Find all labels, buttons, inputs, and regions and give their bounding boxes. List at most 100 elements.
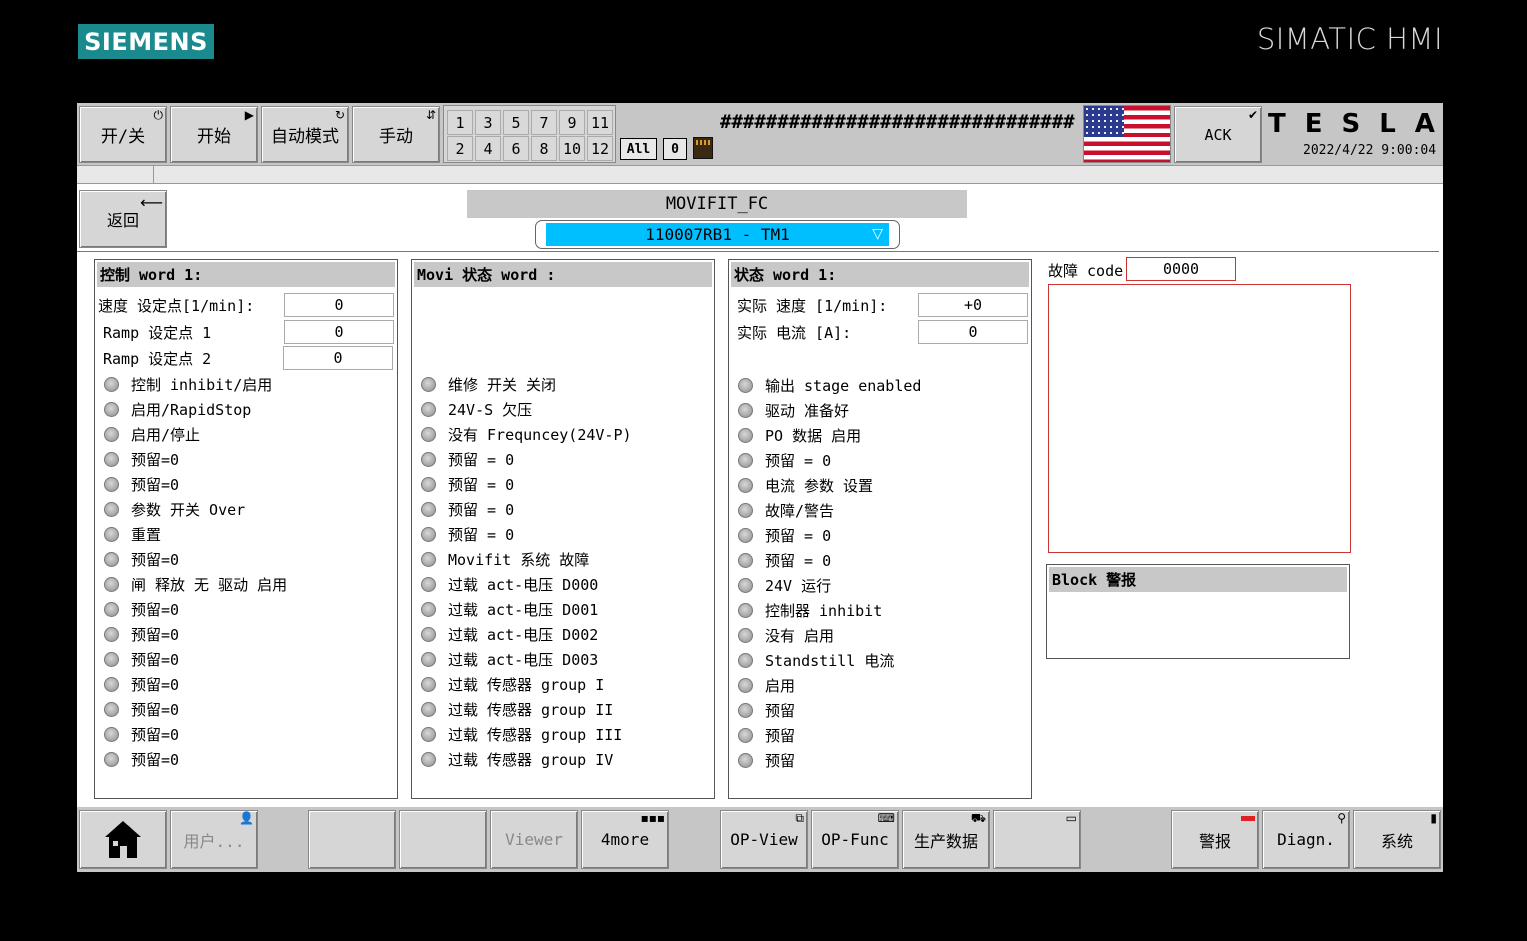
manual-icon: ⇵ xyxy=(425,108,436,122)
status-strip xyxy=(77,165,1443,184)
empty-button-3[interactable]: ▭ xyxy=(993,810,1081,869)
system-button-label: 系统 xyxy=(1380,831,1413,851)
system-button[interactable]: ▮ 系统 xyxy=(1353,810,1441,869)
status-lamp-icon xyxy=(104,501,119,517)
ramp-setpoint-2-field[interactable]: 0 xyxy=(283,346,393,370)
siemens-logo: SIEMENS xyxy=(78,24,214,59)
status-lamp-icon xyxy=(738,727,753,743)
status-lamp-label: 预留 = 0 xyxy=(448,500,515,519)
manual-button[interactable]: ⇵ 手动 xyxy=(352,106,440,163)
ack-button-label: ACK xyxy=(1204,125,1232,144)
status-lamp-row: 预留 xyxy=(738,699,795,721)
speed-setpoint-field[interactable]: 0 xyxy=(284,293,394,317)
power-button[interactable]: ⏻ 开/关 xyxy=(79,106,167,163)
auto-mode-button[interactable]: ↻ 自动模式 xyxy=(261,106,349,163)
status-lamp-row: 过载 act-电压 D003 xyxy=(421,648,598,670)
status-lamp-icon xyxy=(104,526,119,542)
station-button-11[interactable]: 11 xyxy=(587,110,613,135)
station-button-8[interactable]: 8 xyxy=(531,136,557,161)
status-lamp-icon xyxy=(104,476,119,492)
station-button-3[interactable]: 3 xyxy=(475,110,501,135)
status-lamp-row: 预留 = 0 xyxy=(421,473,514,495)
station-button-1[interactable]: 1 xyxy=(447,110,473,135)
status-lamp-icon xyxy=(421,751,436,767)
status-lamp-icon xyxy=(104,676,119,692)
status-lamp-icon xyxy=(421,576,436,592)
more-button[interactable]: ▪▪▪ 4more xyxy=(581,810,669,869)
op-func-button[interactable]: ⌨ OP-Func xyxy=(811,810,899,869)
viewer-button[interactable]: Viewer xyxy=(490,810,578,869)
station-button-2[interactable]: 2 xyxy=(447,136,473,161)
op-view-button[interactable]: ⧉ OP-View xyxy=(720,810,808,869)
station-button-6[interactable]: 6 xyxy=(503,136,529,161)
status-lamp-icon xyxy=(421,651,436,667)
status-lamp-label: 过载 传感器 group I xyxy=(448,675,605,694)
status-lamp-icon xyxy=(738,677,753,693)
status-lamp-row: 预留=0 xyxy=(104,598,179,620)
status-lamp-label: 过载 act-电压 D003 xyxy=(448,650,599,669)
status-lamp-label: 预留=0 xyxy=(131,650,180,669)
chevron-down-icon: ▽ xyxy=(872,226,883,242)
status-lamp-label: 预留 = 0 xyxy=(448,525,515,544)
back-button[interactable]: ⟵ 返回 xyxy=(79,190,167,248)
status-lamp-label: 预留=0 xyxy=(131,700,180,719)
fault-code-field: 0000 xyxy=(1126,257,1236,281)
status-lamp-label: 启用/停止 xyxy=(131,425,201,444)
status-lamp-row: 24V-S 欠压 xyxy=(421,398,532,420)
status-lamp-icon xyxy=(421,676,436,692)
production-data-button[interactable]: ⛟ 生产数据 xyxy=(902,810,990,869)
station-button-12[interactable]: 12 xyxy=(587,136,613,161)
status-lamp-row: 预留 = 0 xyxy=(738,524,831,546)
user-icon: 👤 xyxy=(239,811,254,825)
status-lamp-icon xyxy=(104,651,119,667)
all-button[interactable]: All xyxy=(620,138,657,160)
status-lamp-label: PO 数据 启用 xyxy=(765,426,862,445)
user-button[interactable]: 👤 用户... xyxy=(170,810,258,869)
empty-button-1[interactable] xyxy=(308,810,396,869)
block-alarm-panel: Block 警报 xyxy=(1046,564,1350,659)
status-lamp-label: 预留 xyxy=(765,751,796,770)
status-lamp-row: 预留=0 xyxy=(104,548,179,570)
user-button-label: 用户... xyxy=(183,831,245,851)
status-lamp-icon xyxy=(421,601,436,617)
panel-title: 控制 word 1: xyxy=(97,262,395,287)
status-lamp-label: 预留=0 xyxy=(131,600,180,619)
status-lamp-icon xyxy=(738,552,753,568)
status-lamp-icon xyxy=(421,376,436,392)
status-lamp-label: 预留=0 xyxy=(131,725,180,744)
home-icon xyxy=(105,820,141,859)
field-label: Ramp 设定点 1 xyxy=(103,323,212,342)
movi-status-panel: Movi 状态 word : 维修 开关 关闭 24V-S 欠压 没有 Frequn… xyxy=(411,259,715,799)
us-flag-icon[interactable] xyxy=(1083,105,1171,163)
hmi-screen: ⏻ 开/关 ▶ 开始 ↻ 自动模式 ⇵ 手动 1 3 5 7 9 11 2 4 … xyxy=(77,103,1443,872)
station-button-5[interactable]: 5 xyxy=(503,110,529,135)
ack-button[interactable]: ✔ ACK xyxy=(1174,106,1262,163)
status-lamp-row: 过载 传感器 group II xyxy=(421,698,613,720)
panel-title: Block 警报 xyxy=(1049,567,1347,592)
diagnostics-button[interactable]: ⚲ Diagn. xyxy=(1262,810,1350,869)
home-button[interactable] xyxy=(79,810,167,869)
station-button-4[interactable]: 4 xyxy=(475,136,501,161)
alarm-button[interactable]: 警报 xyxy=(1171,810,1259,869)
station-button-7[interactable]: 7 xyxy=(531,110,557,135)
status-lamp-icon xyxy=(104,426,119,442)
status-lamp-row: 维修 开关 关闭 xyxy=(421,373,556,395)
fault-code-label: 故障 code xyxy=(1048,262,1124,280)
station-button-9[interactable]: 9 xyxy=(559,110,585,135)
status-lamp-label: 过载 传感器 group III xyxy=(448,725,623,744)
status-lamp-icon xyxy=(738,752,753,768)
status-lamp-icon xyxy=(421,451,436,467)
status-lamp-icon xyxy=(104,626,119,642)
start-button[interactable]: ▶ 开始 xyxy=(170,106,258,163)
field-label: 速度 设定点[1/min]: xyxy=(98,296,255,315)
status-lamp-row: 控制 inhibit/启用 xyxy=(104,373,272,395)
manual-button-label: 手动 xyxy=(379,127,413,147)
power-button-label: 开/关 xyxy=(100,127,146,147)
station-button-10[interactable]: 10 xyxy=(559,136,585,161)
status-lamp-icon xyxy=(104,401,119,417)
empty-button-2[interactable] xyxy=(399,810,487,869)
ramp-setpoint-1-field[interactable]: 0 xyxy=(284,320,394,344)
status-lamp-row: 没有 启用 xyxy=(738,624,834,646)
device-dropdown[interactable]: 110007RB1 - TM1 ▽ xyxy=(535,220,900,249)
status-lamp-label: 24V-S 欠压 xyxy=(448,400,533,419)
